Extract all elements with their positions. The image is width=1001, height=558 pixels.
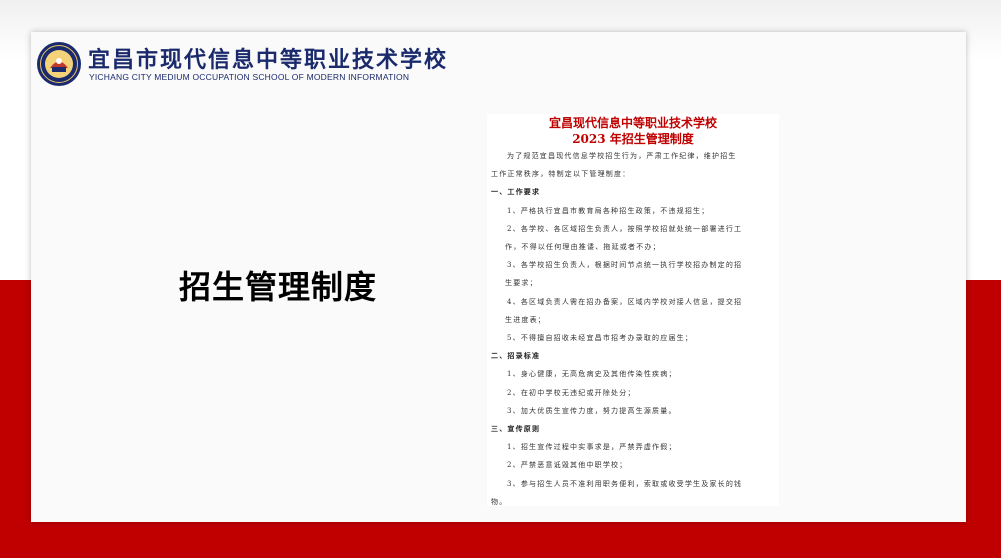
document-section-heading: 三、宣传原则 <box>491 424 541 434</box>
document-line: 生要求； <box>505 279 538 288</box>
school-name-en: YICHANG CITY MEDIUM OCCUPATION SCHOOL OF… <box>89 72 410 82</box>
document-line: 3、参与招生人员不准利用职务便利，索取或收受学生及家长的钱 <box>507 479 743 488</box>
document-line: 2、严禁恶意诋毁其他中职学校； <box>507 461 628 470</box>
document-title: 宜昌现代信息中等职业技术学校 <box>548 116 717 130</box>
slide-title: 招生管理制度 <box>179 268 378 306</box>
document-line: 2、各学校、各区域招生负责人，按照学校招就处统一部署进行工 <box>507 224 743 233</box>
document-line: 3、各学校招生负责人，根据时间节点统一执行学校招办制定的招 <box>507 261 743 270</box>
document-line: 工作正常秩序，特制定以下管理制度： <box>491 170 631 179</box>
document-section-heading: 二、招录标准 <box>491 351 541 361</box>
document-line: 2、在初中学校无违纪或开除处分； <box>507 388 636 397</box>
document-line: 为了规范宜昌现代信息学校招生行为，严肃工作纪律，维护招生 <box>507 152 737 160</box>
slide: 宜昌市现代信息中等职业技术学校 YICHANG CITY MEDIUM OCCU… <box>31 32 966 522</box>
document-line: 1、严格执行宜昌市教育局各种招生政策，不违规招生； <box>507 206 710 215</box>
school-name-cn: 宜昌市现代信息中等职业技术学校 <box>88 47 449 73</box>
document-line: 物。 <box>491 497 508 506</box>
document-line: 5、不得擅自招收未经宜昌市招考办录取的应届生； <box>507 334 694 343</box>
document-subtitle: 2023 年招生管理制度 <box>572 132 694 146</box>
document-line: 作，不得以任何理由推诿、拖延或者不办； <box>505 243 661 252</box>
document-body: 为了规范宜昌现代信息学校招生行为，严肃工作纪律，维护招生工作正常秩序，特制定以下… <box>487 147 779 506</box>
document-image: 宜昌现代信息中等职业技术学校 2023 年招生管理制度 为了规范宜昌现代信息学校… <box>487 114 779 506</box>
document-line: 1、招生宣传过程中实事求是，严禁弄虚作假； <box>507 443 677 452</box>
document-line: 3、加大优质生宣传力度，努力提高生源质量。 <box>507 406 677 415</box>
document-line: 生进度表； <box>505 315 546 324</box>
document-line: 4、各区域负责人需在招办备案，区域内学校对接人信息，提交招 <box>507 297 743 306</box>
school-logo <box>36 41 82 87</box>
document-line: 1、身心健康，无高危病史及其他传染性疾病； <box>507 370 677 379</box>
document-section-heading: 一、工作要求 <box>491 187 541 197</box>
